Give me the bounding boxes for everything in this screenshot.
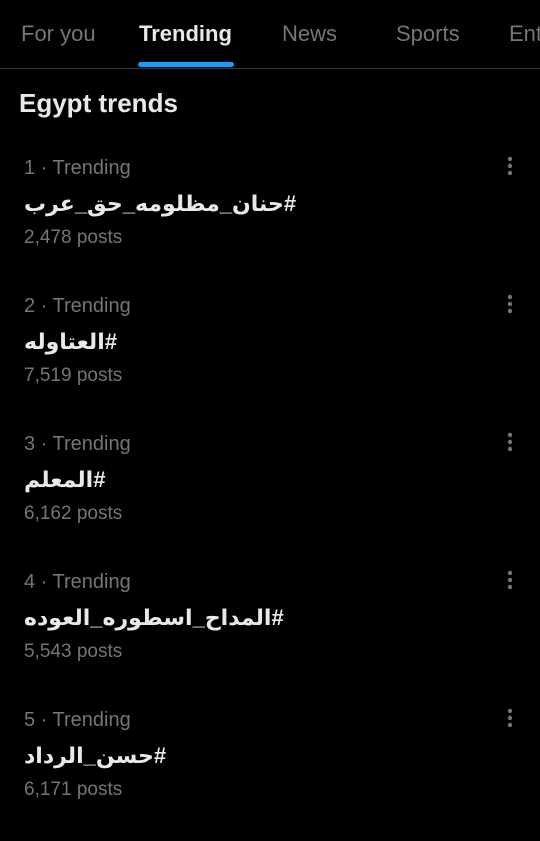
tab-entertainment[interactable]: Ent bbox=[509, 21, 540, 47]
trend-hashtag[interactable]: #العتاوله bbox=[24, 329, 117, 355]
tab-trending[interactable]: Trending bbox=[139, 21, 232, 47]
section-title: Egypt trends bbox=[19, 88, 178, 118]
more-vertical-icon[interactable] bbox=[496, 153, 524, 183]
trend-item[interactable]: 5 · Trending #حسن_الرداد 6,171 posts bbox=[0, 708, 540, 841]
trend-hashtag[interactable]: #حسن_الرداد bbox=[24, 743, 166, 769]
trend-hashtag[interactable]: #المعلم bbox=[24, 467, 105, 493]
more-vertical-icon[interactable] bbox=[496, 567, 524, 597]
trend-post-count: 6,162 posts bbox=[24, 503, 123, 524]
trend-post-count: 6,171 posts bbox=[24, 779, 123, 800]
trend-hashtag[interactable]: #المداح_اسطوره_العوده bbox=[24, 605, 284, 631]
trend-item[interactable]: 1 · Trending #حنان_مظلومه_حق_عرب 2,478 p… bbox=[0, 156, 540, 289]
trend-meta: 5 · Trending bbox=[24, 709, 131, 731]
trend-meta: 4 · Trending bbox=[24, 571, 131, 593]
trend-post-count: 5,543 posts bbox=[24, 641, 123, 662]
tab-sports[interactable]: Sports bbox=[396, 21, 460, 47]
trend-meta: 3 · Trending bbox=[24, 433, 131, 455]
trend-meta: 2 · Trending bbox=[24, 295, 131, 317]
tab-news[interactable]: News bbox=[282, 21, 337, 47]
more-vertical-icon[interactable] bbox=[496, 429, 524, 459]
tab-for-you[interactable]: For you bbox=[21, 21, 96, 47]
trend-item[interactable]: 3 · Trending #المعلم 6,162 posts bbox=[0, 432, 540, 565]
trend-post-count: 7,519 posts bbox=[24, 365, 123, 386]
trend-item[interactable]: 4 · Trending #المداح_اسطوره_العوده 5,543… bbox=[0, 570, 540, 703]
active-tab-indicator bbox=[138, 62, 234, 67]
trend-hashtag[interactable]: #حنان_مظلومه_حق_عرب bbox=[24, 191, 296, 217]
trend-meta: 1 · Trending bbox=[24, 157, 131, 179]
more-vertical-icon[interactable] bbox=[496, 705, 524, 735]
tab-bar: For you Trending News Sports Ent bbox=[0, 0, 540, 69]
trend-item[interactable]: 2 · Trending #العتاوله 7,519 posts bbox=[0, 294, 540, 427]
more-vertical-icon[interactable] bbox=[496, 291, 524, 321]
trend-post-count: 2,478 posts bbox=[24, 227, 123, 248]
